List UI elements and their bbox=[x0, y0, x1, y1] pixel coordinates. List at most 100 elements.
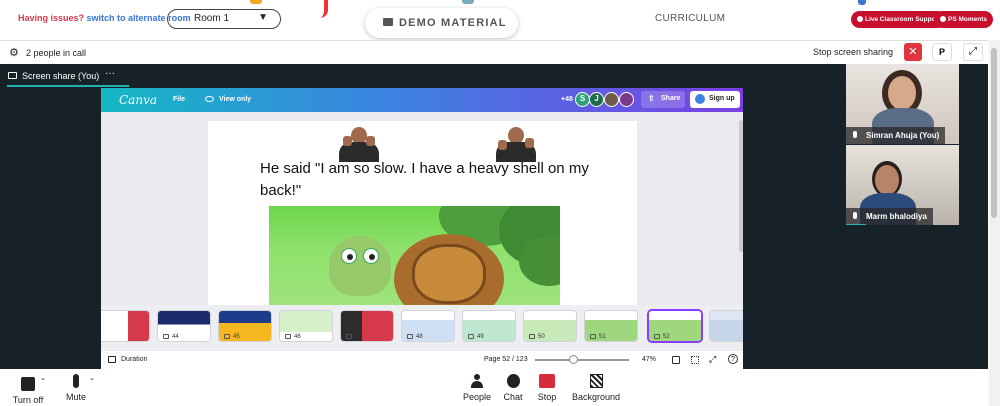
canva-file-menu[interactable]: File bbox=[173, 96, 185, 103]
issues-text: Having issues? bbox=[18, 13, 85, 23]
screen-icon bbox=[8, 72, 17, 79]
avatar-count: +48 bbox=[561, 96, 573, 103]
page-indicator: Page 52 / 123 bbox=[484, 356, 528, 363]
duration-icon bbox=[108, 356, 116, 363]
decor-shape bbox=[462, 0, 474, 4]
participant-video[interactable]: Marm bhalodiya bbox=[846, 145, 959, 225]
ps-moments-button[interactable]: PS Moments bbox=[934, 11, 994, 28]
mic-icon bbox=[73, 374, 79, 388]
demo-material-button[interactable]: DEMO MATERIAL bbox=[365, 8, 518, 38]
participant-video[interactable]: Simran Ahuja (You) bbox=[846, 64, 959, 144]
canva-share-button[interactable]: ⇧ Share bbox=[641, 91, 685, 108]
more-options-icon[interactable]: ··· bbox=[105, 68, 115, 79]
expand-button[interactable]: ⤢ bbox=[963, 43, 983, 61]
mute-label: Mute bbox=[65, 392, 86, 402]
canva-view-only[interactable]: View only bbox=[219, 96, 251, 103]
canva-footer: Duration Page 52 / 123 47% ⤢ ? bbox=[101, 351, 743, 369]
slide-thumbnail-active[interactable]: 52 bbox=[649, 311, 701, 341]
mic-icon bbox=[853, 212, 857, 219]
slide-thumbnails: 44 45 46 47 48 49 50 51 52 bbox=[101, 305, 743, 351]
background-icon bbox=[589, 374, 603, 388]
canva-signup-button[interactable]: Sign up bbox=[690, 91, 740, 108]
caret-down-icon: ▼ bbox=[258, 12, 268, 23]
canva-icon bbox=[695, 94, 705, 104]
zoom-level: 47% bbox=[642, 356, 657, 363]
people-label: People bbox=[462, 392, 492, 402]
stop-label: Stop bbox=[537, 392, 557, 402]
turtle-illustration bbox=[269, 206, 560, 305]
background-label: Background bbox=[571, 392, 621, 402]
slide-thumbnail[interactable]: 45 bbox=[219, 311, 271, 341]
avatar[interactable]: J bbox=[589, 92, 604, 107]
slide-thumbnail[interactable]: 47 bbox=[341, 311, 393, 341]
slide-thumbnail[interactable]: 44 bbox=[158, 311, 210, 341]
fullscreen-icon[interactable]: ⤢ bbox=[709, 354, 716, 365]
participant-name: Simran Ahuja (You) bbox=[866, 131, 940, 140]
room-select[interactable]: Room 1 ▼ bbox=[167, 9, 281, 29]
slide-thumbnail[interactable]: 48 bbox=[402, 311, 454, 341]
participant-label: Marm bhalodiya bbox=[846, 208, 933, 225]
stop-share-icon bbox=[539, 374, 555, 388]
chat-icon bbox=[506, 374, 520, 388]
page-scrollbar[interactable] bbox=[989, 40, 1000, 406]
slide-thumbnail[interactable]: 51 bbox=[585, 311, 637, 341]
call-toolbar: Turn off ⌄ Mute ⌄ People Chat Stop Backg… bbox=[0, 369, 988, 406]
people-button[interactable]: People bbox=[461, 374, 493, 402]
support-icon bbox=[857, 16, 863, 22]
canva-signup-label: Sign up bbox=[709, 95, 735, 102]
slide-thumbnail[interactable] bbox=[101, 311, 149, 341]
room-select-value: Room 1 bbox=[194, 13, 230, 24]
zoom-slider[interactable] bbox=[535, 359, 629, 361]
ps-moments-label: PS Moments bbox=[948, 16, 988, 23]
expand-icon: ⤢ bbox=[969, 46, 977, 57]
slide-thumbnail[interactable]: 49 bbox=[463, 311, 515, 341]
chevron-down-icon[interactable]: ⌄ bbox=[89, 374, 95, 382]
mic-icon bbox=[853, 131, 857, 138]
tab-underline bbox=[7, 85, 129, 87]
avatar[interactable]: S bbox=[575, 92, 590, 107]
background-button[interactable]: Background bbox=[570, 374, 622, 402]
presenter-image bbox=[337, 124, 381, 162]
canva-logo[interactable]: Canva bbox=[119, 93, 157, 107]
live-support-label: Live Classroom Support bbox=[865, 16, 941, 23]
camera-icon bbox=[21, 377, 35, 391]
decor-shape bbox=[312, 0, 328, 18]
help-icon[interactable]: ? bbox=[728, 354, 738, 364]
stop-share-button[interactable]: Stop bbox=[535, 374, 559, 402]
share-icon: ⇧ bbox=[648, 94, 655, 103]
curriculum-link[interactable]: CURRICULUM bbox=[655, 13, 725, 24]
canva-share-label: Share bbox=[661, 95, 681, 102]
stop-sharing-button[interactable]: ✕ bbox=[904, 43, 922, 61]
grid-view-icon[interactable] bbox=[691, 356, 699, 364]
active-speaker-indicator bbox=[846, 224, 866, 225]
chat-label: Chat bbox=[503, 392, 523, 402]
chat-button[interactable]: Chat bbox=[501, 374, 525, 402]
zoom-slider-handle[interactable] bbox=[569, 355, 578, 364]
p-button[interactable]: P bbox=[932, 43, 952, 61]
demo-material-label: DEMO MATERIAL bbox=[399, 17, 507, 29]
duration-button[interactable]: Duration bbox=[121, 356, 147, 363]
avatar[interactable] bbox=[619, 92, 634, 107]
avatar[interactable] bbox=[604, 92, 619, 107]
close-icon: ✕ bbox=[908, 46, 918, 58]
presenter-image bbox=[494, 124, 538, 162]
people-icon bbox=[471, 374, 483, 388]
eye-icon bbox=[205, 96, 214, 102]
chevron-down-icon[interactable]: ⌄ bbox=[40, 374, 46, 382]
issues-notice: Having issues? switch to alternate room bbox=[18, 13, 191, 23]
slide-thumbnail[interactable]: 50 bbox=[524, 311, 576, 341]
live-support-button[interactable]: Live Classroom Support bbox=[851, 11, 947, 28]
stop-sharing-label: Stop screen sharing bbox=[813, 47, 894, 57]
mute-button[interactable]: Mute bbox=[64, 374, 88, 402]
slide-thumbnail[interactable]: 46 bbox=[280, 311, 332, 341]
canvas-scrollbar[interactable] bbox=[739, 120, 743, 252]
gear-icon[interactable]: ⚙ bbox=[9, 46, 19, 59]
decor-shape bbox=[250, 0, 262, 4]
moments-icon bbox=[940, 16, 946, 22]
screen-share-label: Screen share (You) bbox=[22, 71, 100, 81]
folder-icon bbox=[383, 18, 393, 26]
slide-thumbnail[interactable] bbox=[710, 311, 743, 341]
screen-share-tab[interactable]: Screen share (You) bbox=[0, 64, 129, 88]
slide-text: He said "I am so slow. I have a heavy sh… bbox=[260, 160, 589, 199]
notes-icon[interactable] bbox=[672, 356, 680, 364]
